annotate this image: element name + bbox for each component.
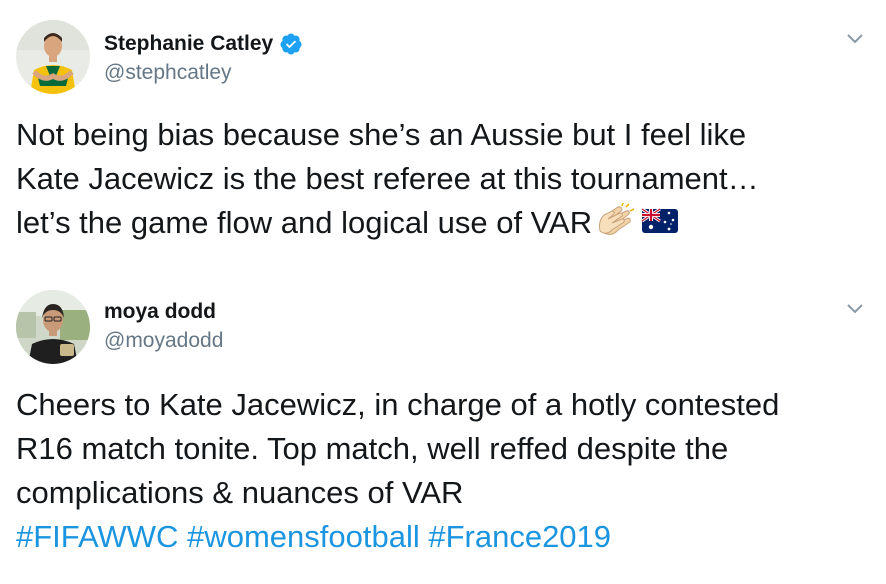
display-name[interactable]: moya dodd bbox=[104, 299, 216, 325]
avatar-photo-player-icon bbox=[16, 20, 90, 94]
hashtag-link[interactable]: #France2019 bbox=[428, 519, 611, 554]
tweet-text-line: Not being bias because she’s an Aussie b… bbox=[16, 117, 747, 152]
tweet-moya-dodd[interactable]: moya dodd @moyadodd Cheers to Kate Jacew… bbox=[0, 284, 886, 584]
author-row: Stephanie Catley bbox=[104, 31, 303, 57]
tweet-text-line: let’s the game flow and logical use of V… bbox=[16, 205, 593, 240]
australia-flag-icon bbox=[640, 203, 680, 239]
tweet-text-line: Cheers to Kate Jacewicz, in charge of a … bbox=[16, 387, 780, 422]
verified-badge-icon bbox=[279, 32, 303, 56]
chevron-down-icon bbox=[847, 304, 863, 314]
display-name[interactable]: Stephanie Catley bbox=[104, 31, 273, 57]
hashtag-link[interactable]: #FIFAWWC bbox=[16, 519, 178, 554]
tweet-text: Not being bias because she’s an Aussie b… bbox=[16, 113, 876, 245]
user-handle[interactable]: @stephcatley bbox=[104, 60, 232, 86]
avatar[interactable] bbox=[16, 20, 90, 94]
hashtag-link[interactable]: #womensfootball bbox=[187, 519, 420, 554]
author-row: moya dodd bbox=[104, 299, 216, 325]
more-options-button[interactable] bbox=[838, 26, 872, 52]
avatar-photo-person-icon bbox=[16, 290, 90, 364]
tweet-text-line: Kate Jacewicz is the best referee at thi… bbox=[16, 161, 759, 196]
tweet-text-line-with-emoji: let’s the game flow and logical use of V… bbox=[16, 201, 876, 245]
clapping-hands-icon bbox=[596, 203, 636, 239]
avatar[interactable] bbox=[16, 290, 90, 364]
more-options-button[interactable] bbox=[838, 296, 872, 322]
chevron-down-icon bbox=[847, 34, 863, 44]
tweet-text-line: R16 match tonite. Top match, well reffed… bbox=[16, 431, 729, 466]
tweet-stephanie-catley[interactable]: Stephanie Catley @stephcatley Not being … bbox=[0, 0, 886, 270]
user-handle[interactable]: @moyadodd bbox=[104, 328, 223, 354]
tweet-text-line: complications & nuances of VAR bbox=[16, 475, 464, 510]
tweet-text: Cheers to Kate Jacewicz, in charge of a … bbox=[16, 383, 876, 559]
hashtag-line: #FIFAWWC #womensfootball #France2019 bbox=[16, 515, 876, 559]
